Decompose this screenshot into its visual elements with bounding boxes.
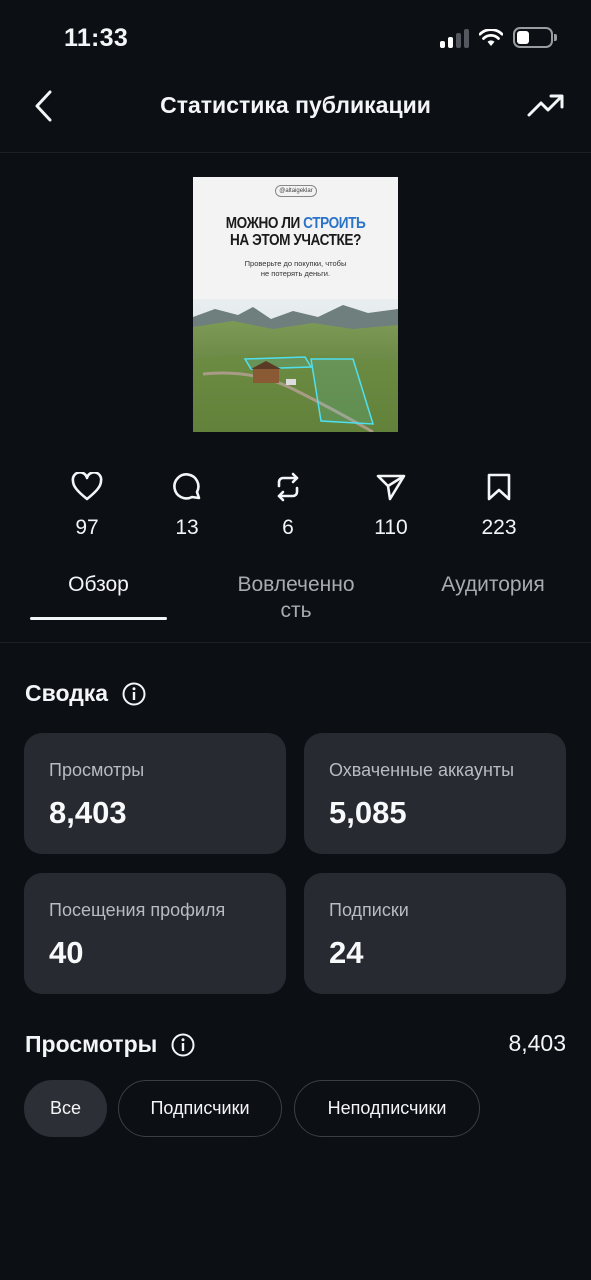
bookmark-icon — [487, 473, 511, 501]
status-icons — [440, 27, 557, 48]
repost-icon — [277, 472, 299, 502]
cellular-signal-icon — [440, 28, 469, 48]
views-heading: Просмотры — [25, 1031, 195, 1058]
post-thumbnail[interactable]: @altaigeklar МОЖНО ЛИ СТРОИТЬ НА ЭТОМ УЧ… — [193, 177, 398, 432]
share-icon — [376, 474, 406, 501]
likes-stat: 97 — [47, 470, 127, 540]
saves-stat: 223 — [459, 470, 539, 540]
battery-icon — [513, 27, 557, 48]
reposts-stat: 6 — [248, 470, 328, 540]
engagement-row: 97 13 6 110 223 — [0, 470, 591, 540]
nav-bar: Статистика публикации — [0, 78, 591, 153]
comments-stat: 13 — [147, 470, 227, 540]
filter-followers-chip[interactable]: Подписчики — [118, 1080, 282, 1137]
filter-all-chip[interactable]: Все — [24, 1080, 107, 1137]
active-tab-indicator — [30, 617, 167, 620]
wifi-icon — [479, 28, 503, 46]
info-icon[interactable] — [122, 682, 146, 706]
post-subtext: Проверьте до покупки, чтобы не потерять … — [244, 259, 347, 278]
heart-icon — [71, 472, 103, 501]
page-title: Статистика публикации — [160, 92, 431, 118]
status-time: 11:33 — [64, 24, 129, 52]
tab-overview[interactable]: Обзор — [30, 572, 167, 598]
shares-stat: 110 — [351, 470, 431, 540]
trending-up-icon — [527, 94, 564, 117]
summary-heading: Сводка — [25, 680, 146, 707]
tab-audience[interactable]: Аудитория — [425, 572, 561, 598]
post-headline: МОЖНО ЛИ СТРОИТЬ НА ЭТОМ УЧАСТКЕ? — [225, 215, 366, 249]
status-bar: 11:33 — [0, 0, 591, 78]
info-icon[interactable] — [171, 1033, 195, 1057]
tab-engagement[interactable]: Вовлеченно сть — [222, 572, 370, 624]
follows-card[interactable]: Подписки 24 — [304, 873, 566, 994]
accounts-reached-card[interactable]: Охваченные аккаунты 5,085 — [304, 733, 566, 854]
profile-visits-card[interactable]: Посещения профиля 40 — [24, 873, 286, 994]
tab-bar: Обзор Вовлеченно сть Аудитория — [0, 560, 591, 643]
landscape-photo — [193, 299, 398, 432]
filter-non-followers-chip[interactable]: Неподписчики — [294, 1080, 480, 1137]
views-total: 8,403 — [508, 1030, 566, 1056]
views-card[interactable]: Просмотры 8,403 — [24, 733, 286, 854]
post-handle: @altaigeklar — [275, 185, 317, 197]
comment-icon — [173, 473, 201, 500]
trend-button[interactable] — [523, 86, 569, 126]
